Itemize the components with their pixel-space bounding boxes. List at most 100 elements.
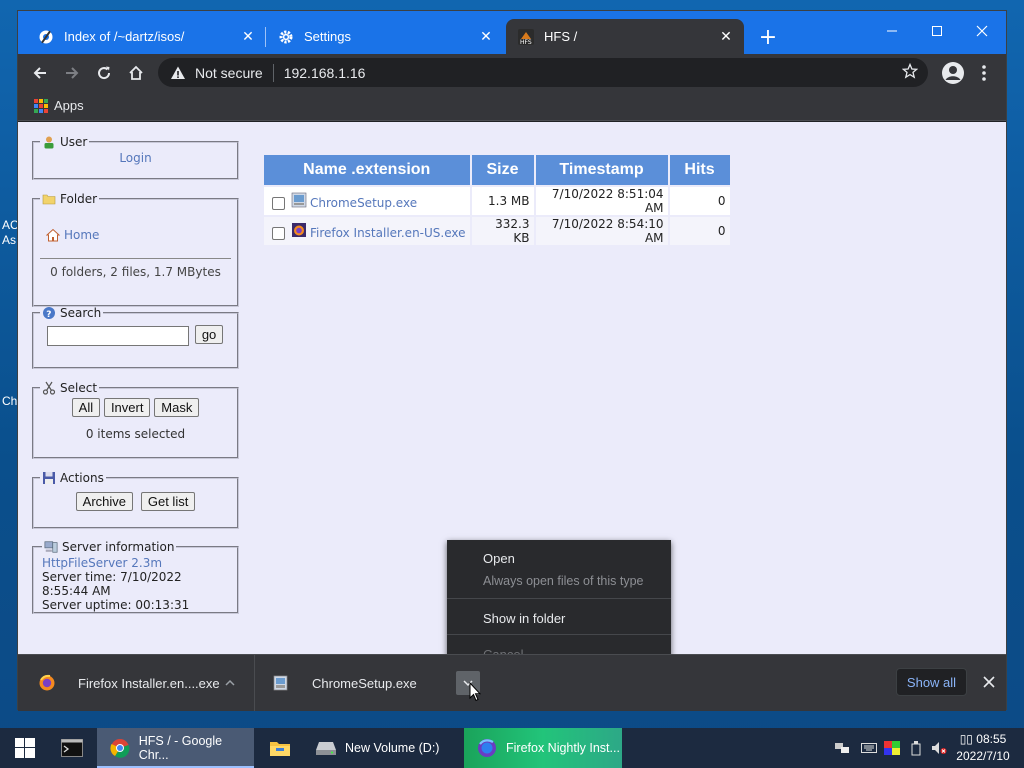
file-checkbox[interactable]	[272, 197, 285, 210]
tab-settings[interactable]: Settings ✕	[265, 19, 504, 54]
table-row: ChromeSetup.exe 1.3 MB 7/10/2022 8:51:04…	[264, 187, 730, 215]
close-window-button[interactable]	[960, 17, 1004, 45]
folder-panel: Folder Home 0 folders, 2 files, 1.7 MByt…	[32, 192, 239, 307]
keyboard-icon[interactable]	[858, 742, 880, 754]
user-panel: User Login	[32, 135, 239, 180]
server-info-panel: Server information HttpFileServer 2.3m S…	[32, 540, 239, 614]
apps-grid-icon[interactable]	[34, 98, 48, 113]
file-checkbox[interactable]	[272, 227, 285, 240]
user-icon	[42, 135, 56, 149]
clock-prefix: ▯▯	[959, 732, 973, 746]
column-header-hits[interactable]: Hits	[669, 155, 730, 185]
search-input[interactable]	[47, 325, 189, 346]
network-icon[interactable]	[832, 741, 852, 755]
hfs-version-link[interactable]: HttpFileServer 2.3m	[42, 556, 231, 570]
tab-index-isos[interactable]: Index of /~dartz/isos/ ✕	[18, 19, 266, 54]
usb-device-icon[interactable]	[904, 740, 928, 756]
apps-shortcut[interactable]: Apps	[54, 98, 84, 113]
back-button[interactable]	[27, 60, 53, 86]
select-legend: Select	[60, 381, 98, 395]
menu-item-show-in-folder[interactable]: Show in folder	[447, 606, 671, 630]
tab-hfs[interactable]: HFS HFS / ✕	[506, 19, 744, 54]
menu-item-always-open[interactable]: Always open files of this type	[447, 570, 671, 592]
show-all-downloads-button[interactable]: Show all	[896, 668, 967, 696]
selection-status: 0 items selected	[85, 427, 186, 441]
gear-icon	[278, 29, 294, 45]
system-tray	[832, 728, 950, 768]
reload-button[interactable]	[91, 60, 117, 86]
taskbar-chrome[interactable]: HFS / - Google Chr...	[97, 728, 254, 768]
taskbar-terminal[interactable]	[49, 728, 95, 768]
taskbar-file-explorer[interactable]	[257, 728, 303, 768]
tab-title: Settings	[304, 29, 351, 44]
maximize-button[interactable]	[915, 17, 959, 45]
download-context-menu: Open Always open files of this type Show…	[447, 540, 671, 665]
chevron-up-icon[interactable]	[218, 671, 242, 695]
taskbar-clock[interactable]: ▯▯ 08:55 2022/7/10	[948, 731, 1018, 765]
archive-button[interactable]: Archive	[75, 492, 134, 511]
taskbar-app-label: Firefox Nightly Inst...	[506, 741, 620, 755]
column-header-size[interactable]: Size	[471, 155, 534, 185]
file-link[interactable]: Firefox Installer.en-US.exe	[310, 226, 466, 240]
column-header-name[interactable]: Name .extension	[264, 155, 470, 185]
tab-title: Index of /~dartz/isos/	[64, 29, 185, 44]
taskbar-firefox-nightly[interactable]: Firefox Nightly Inst...	[464, 728, 622, 768]
desktop-icon-label-fragment[interactable]: Ch	[2, 394, 17, 408]
close-icon[interactable]: ✕	[718, 28, 734, 45]
tab-title: HFS /	[544, 29, 578, 44]
forward-button[interactable]	[59, 60, 85, 86]
security-label[interactable]: Not secure	[195, 65, 263, 81]
home-icon	[46, 228, 60, 242]
color-display-icon[interactable]	[880, 741, 904, 755]
close-icon[interactable]: ✕	[240, 28, 256, 45]
folder-icon	[42, 192, 56, 206]
select-all-button[interactable]: All	[71, 398, 101, 417]
taskbar-app-label: HFS / - Google Chr...	[138, 734, 223, 762]
menu-separator	[447, 634, 671, 635]
file-link[interactable]: ChromeSetup.exe	[310, 196, 417, 210]
firefox-nightly-icon	[476, 737, 498, 759]
firefox-installer-icon	[38, 674, 56, 692]
search-panel: ? Search go	[32, 306, 239, 369]
mask-button[interactable]: Mask	[154, 398, 200, 417]
actions-panel: Actions Archive Get list	[32, 471, 239, 529]
close-icon[interactable]: ✕	[478, 28, 494, 45]
desktop-icon-label-fragment[interactable]: As	[2, 233, 16, 247]
start-button[interactable]	[0, 728, 48, 768]
invert-selection-button[interactable]: Invert	[103, 398, 151, 417]
download-item[interactable]: ChromeSetup.exe	[256, 655, 488, 711]
folder-summary: 0 folders, 2 files, 1.7 MBytes	[40, 258, 231, 279]
drive-icon	[315, 737, 337, 759]
more-options-icon[interactable]	[974, 60, 994, 86]
menu-item-open[interactable]: Open	[447, 546, 671, 570]
help-circle-icon: ?	[42, 306, 56, 320]
home-link[interactable]: Home	[64, 228, 99, 242]
download-item[interactable]: Firefox Installer.en....exe	[18, 655, 255, 711]
server-uptime: Server uptime: 00:13:31	[42, 598, 190, 612]
new-tab-button[interactable]: +	[756, 25, 780, 50]
table-row: Firefox Installer.en-US.exe 332.3 KB 7/1…	[264, 217, 730, 245]
file-list-table: Name .extension Size Timestamp Hits Chro…	[262, 153, 732, 247]
bookmark-star-icon[interactable]	[901, 62, 919, 82]
get-list-button[interactable]: Get list	[140, 492, 196, 511]
volume-muted-icon[interactable]	[928, 741, 950, 755]
column-header-timestamp[interactable]: Timestamp	[535, 155, 668, 185]
firefox-installer-icon	[291, 222, 307, 238]
profile-avatar-icon[interactable]	[940, 60, 966, 86]
taskbar-new-volume[interactable]: New Volume (D:)	[303, 728, 460, 768]
login-link[interactable]: Login	[119, 151, 151, 165]
file-timestamp: 7/10/2022 8:54:10 AM	[535, 217, 668, 245]
installer-file-icon	[291, 192, 307, 208]
file-hits: 0	[669, 187, 730, 215]
svg-text:?: ?	[46, 310, 51, 320]
go-button[interactable]: go	[194, 325, 224, 344]
minimize-button[interactable]	[870, 17, 914, 45]
url-text[interactable]: 192.168.1.16	[284, 65, 366, 81]
hfs-logo-icon: HFS	[518, 28, 534, 45]
warning-icon[interactable]	[169, 64, 187, 82]
taskbar: HFS / - Google Chr... New Volume (D:) Fi…	[0, 728, 1024, 768]
home-button[interactable]	[123, 60, 149, 86]
browser-window: Index of /~dartz/isos/ ✕ Settings ✕ HFS …	[17, 10, 1007, 711]
address-bar[interactable]: Not secure 192.168.1.16	[158, 58, 928, 87]
close-icon[interactable]	[978, 671, 1000, 693]
